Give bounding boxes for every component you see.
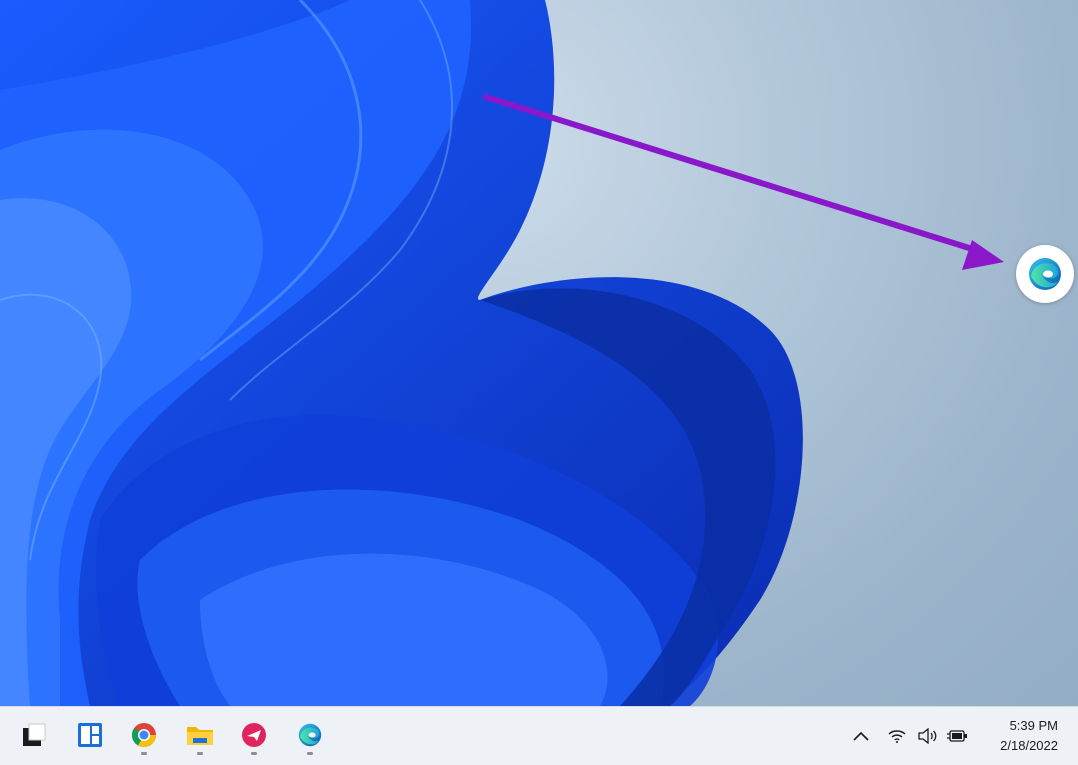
taskbar-edge[interactable]	[290, 715, 330, 755]
wifi-icon	[888, 730, 906, 743]
clock-time: 5:39 PM	[1009, 718, 1058, 733]
running-indicator	[251, 752, 257, 755]
file-explorer-icon	[187, 727, 213, 745]
taskbar: 5:39 PM 2/18/2022	[0, 706, 1078, 765]
desktop	[0, 0, 1078, 706]
start-button[interactable]	[14, 715, 54, 755]
wallpaper-bloom	[0, 0, 1004, 706]
taskbar-file-explorer[interactable]	[180, 715, 220, 755]
battery-button[interactable]	[944, 707, 972, 765]
volume-button[interactable]	[914, 707, 942, 765]
annotation-arrow	[483, 94, 1004, 270]
taskbar-chrome[interactable]	[124, 715, 164, 755]
network-button[interactable]	[884, 707, 910, 765]
clock[interactable]: 5:39 PM 2/18/2022	[1000, 716, 1058, 756]
show-hidden-icons-button[interactable]	[848, 707, 874, 765]
widgets-icon	[78, 723, 102, 747]
edge-icon	[1029, 258, 1061, 290]
edge-icon	[298, 723, 322, 747]
volume-icon	[918, 728, 937, 744]
taskbar-airmail[interactable]	[234, 715, 274, 755]
edge-desktop-icon[interactable]	[1016, 245, 1074, 303]
chevron-up-icon	[853, 731, 869, 741]
running-indicator	[141, 752, 147, 755]
running-indicator	[307, 752, 313, 755]
battery-icon	[947, 730, 967, 742]
widgets-button[interactable]	[70, 715, 110, 755]
start-icon	[23, 723, 46, 746]
running-indicator	[197, 752, 203, 755]
airmail-icon	[242, 723, 266, 747]
chrome-icon	[132, 723, 156, 748]
clock-date: 2/18/2022	[1000, 738, 1058, 753]
